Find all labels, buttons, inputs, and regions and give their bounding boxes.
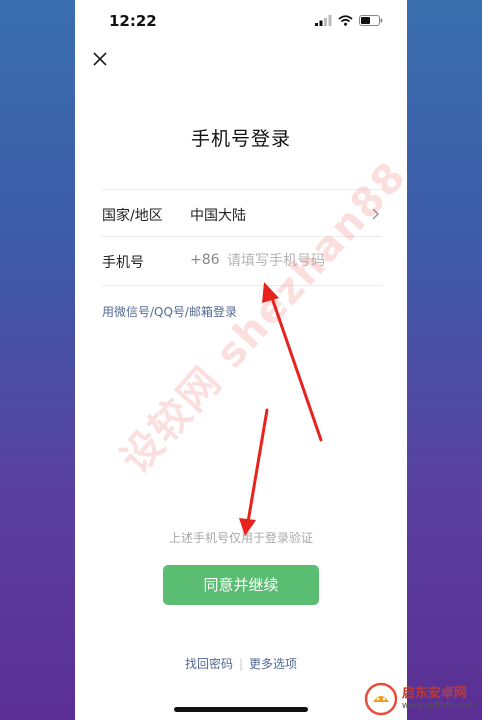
signal-icon (315, 15, 332, 26)
status-bar: 12:22 (75, 0, 407, 44)
footer-divider: | (238, 657, 244, 671)
android-logo-icon (364, 682, 398, 716)
wifi-icon (338, 15, 353, 26)
continue-button[interactable]: 同意并继续 (163, 565, 319, 605)
home-indicator (174, 707, 308, 712)
alt-login-link[interactable]: 用微信号/QQ号/邮箱登录 (102, 303, 237, 320)
country-label: 国家/地区 (102, 208, 163, 224)
close-button[interactable] (89, 48, 111, 70)
phone-label: 手机号 (102, 255, 144, 271)
find-password-link[interactable]: 找回密码 (185, 657, 233, 671)
status-time: 12:22 (109, 12, 157, 30)
more-options-link[interactable]: 更多选项 (249, 657, 297, 671)
site-logo-text: 启东安卓网 www.qdltdz.com (402, 687, 476, 711)
close-icon (93, 52, 107, 66)
site-logo-url: www.qdltdz.com (401, 701, 476, 711)
phone-row: 手机号 +86 (102, 236, 382, 286)
verification-hint: 上述手机号仅用于登录验证 (168, 531, 313, 545)
status-icons (315, 15, 383, 26)
chevron-right-icon (372, 208, 380, 220)
battery-icon (359, 15, 383, 26)
country-code[interactable]: +86 (190, 252, 220, 268)
site-logo: 启东安卓网 www.qdltdz.com (364, 682, 476, 716)
page-title: 手机号登录 (190, 128, 291, 150)
country-row[interactable]: 国家/地区 中国大陆 (102, 189, 382, 238)
phone-input[interactable] (227, 247, 377, 275)
phone-screen: 12:22 手机号登录 国家/地区 中国大陆 手机号 +86 请填写手机号码 用… (75, 0, 407, 720)
footer-links: 找回密码 | 更多选项 (75, 655, 407, 672)
country-value: 中国大陆 (190, 208, 246, 224)
site-logo-title: 启东安卓网 (401, 686, 467, 701)
